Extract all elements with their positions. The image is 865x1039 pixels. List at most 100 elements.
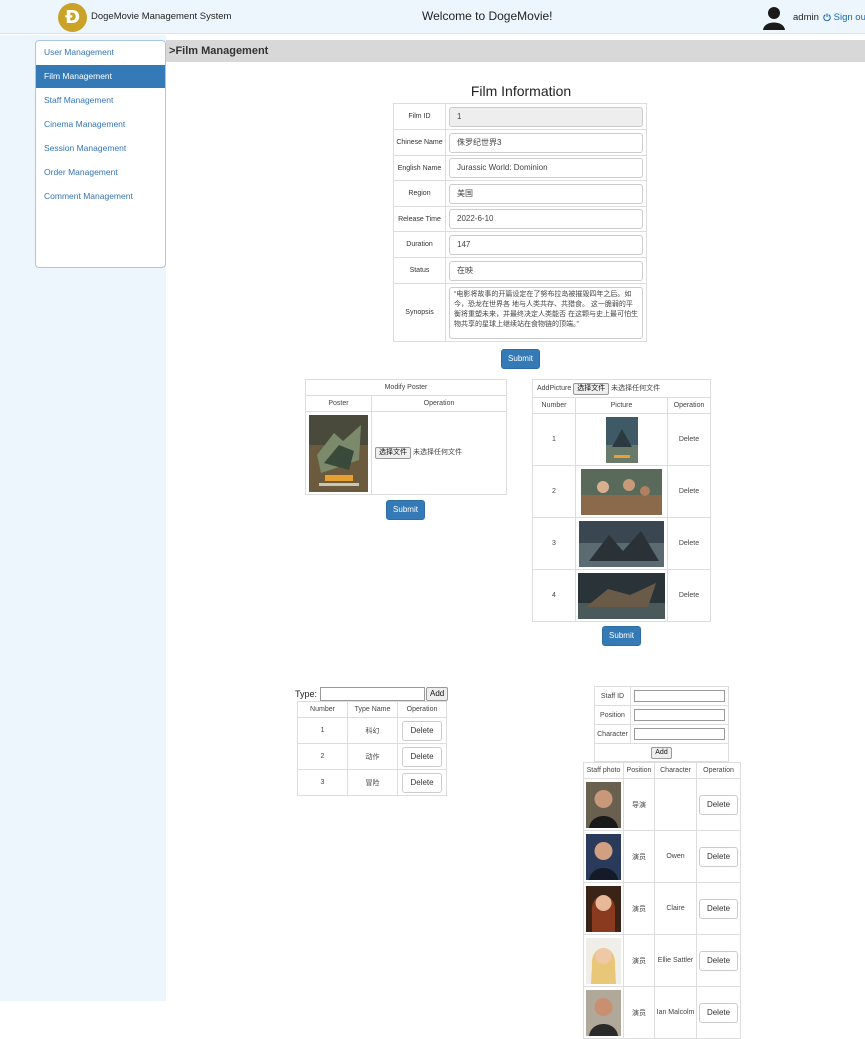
delete-type-button[interactable]: Delete xyxy=(402,772,442,793)
user-avatar-icon[interactable] xyxy=(762,5,786,30)
picture-table: AddPicture 选择文件 未选择任何文件 Number Picture O… xyxy=(532,379,711,622)
type-name: 科幻 xyxy=(347,717,398,744)
duration-label: Duration xyxy=(393,231,446,258)
poster-choose-file-button[interactable]: 选择文件 xyxy=(375,447,411,459)
sidebar-item-film-management[interactable]: Film Management xyxy=(36,65,165,88)
sidebar-item-cinema-management[interactable]: Cinema Management xyxy=(36,113,165,136)
synopsis-label: Synopsis xyxy=(393,283,446,342)
delete-staff-button[interactable]: Delete xyxy=(698,898,739,919)
type-number: 1 xyxy=(297,717,348,744)
region-field[interactable]: 美国 xyxy=(449,183,643,204)
duration-row: Duration 147 xyxy=(393,231,647,258)
position-column-header: Position xyxy=(623,762,655,779)
power-icon xyxy=(823,13,831,22)
picture-number: 1 xyxy=(532,413,576,466)
delete-staff-button[interactable]: Delete xyxy=(698,1002,739,1023)
staff-photo-column-header: Staff photo xyxy=(583,762,624,779)
modify-poster-table: Modify Poster Poster Operation 选择文件 未选择任… xyxy=(305,379,507,495)
poster-column-header: Poster xyxy=(305,395,372,412)
position-label: Position xyxy=(594,705,631,725)
status-field[interactable]: 在映 xyxy=(449,260,643,281)
synopsis-textarea[interactable]: “电影将故事的开篇设定在了努布拉岛被摧毁四年之后。如今，恐龙在世界各 地与人类共… xyxy=(449,286,643,339)
add-staff-button[interactable]: Add xyxy=(651,746,672,759)
sidebar-item-staff-management[interactable]: Staff Management xyxy=(36,89,165,112)
position-input[interactable] xyxy=(634,709,725,721)
chinese-name-field[interactable]: 侏罗纪世界3 xyxy=(449,132,643,153)
delete-link[interactable]: Delete xyxy=(667,517,711,570)
delete-type-button[interactable]: Delete xyxy=(402,720,442,741)
breadcrumb: >Film Management xyxy=(166,40,865,62)
staff-id-label: Staff ID xyxy=(594,686,631,706)
poster-no-file-text: 未选择任何文件 xyxy=(412,449,462,456)
delete-link[interactable]: Delete xyxy=(667,569,711,622)
poster-submit-button[interactable]: Submit xyxy=(386,500,425,520)
breadcrumb-label: Film Management xyxy=(175,45,269,57)
picture-cell xyxy=(575,465,668,518)
picture-cell xyxy=(575,517,668,570)
character-input[interactable] xyxy=(634,728,725,740)
status-row: Status 在映 xyxy=(393,257,647,284)
staff-character: Ian Malcolm xyxy=(654,986,697,1039)
type-name-column-header: Type Name xyxy=(347,701,398,718)
region-label: Region xyxy=(393,180,446,207)
delete-link[interactable]: Delete xyxy=(667,413,711,466)
table-row: 1 Delete xyxy=(532,413,711,466)
type-input[interactable] xyxy=(320,687,425,701)
sidebar-item-order-management[interactable]: Order Management xyxy=(36,161,165,184)
picture-cell xyxy=(575,569,668,622)
staff-table: Staff photo Position Character Operation… xyxy=(583,762,741,1039)
english-name-field[interactable]: Jurassic World: Dominion xyxy=(449,158,643,178)
staff-position: 演员 xyxy=(623,882,655,935)
still-image xyxy=(605,416,638,463)
picture-no-file-text: 未选择任何文件 xyxy=(611,384,661,392)
delete-link[interactable]: Delete xyxy=(667,465,711,518)
system-name: DogeMovie Management System xyxy=(91,11,232,22)
sidebar-item-comment-management[interactable]: Comment Management xyxy=(36,185,165,208)
delete-staff-button[interactable]: Delete xyxy=(698,846,739,867)
table-row: 4 Delete xyxy=(532,569,711,622)
table-row: 2 Delete xyxy=(532,465,711,518)
film-id-row: Film ID 1 xyxy=(393,103,647,130)
english-name-row: English Name Jurassic World: Dominion xyxy=(393,155,647,181)
operation-column-header: Operation xyxy=(397,701,447,718)
table-row: 演员 Claire Delete xyxy=(583,882,741,935)
type-label: Type: xyxy=(295,689,318,699)
region-row: Region 美国 xyxy=(393,180,647,207)
add-type-button[interactable]: Add xyxy=(426,687,449,701)
staff-position: 导演 xyxy=(623,778,655,831)
delete-staff-button[interactable]: Delete xyxy=(698,794,739,815)
staff-position: 演员 xyxy=(623,986,655,1039)
operation-column-header: Operation xyxy=(371,395,507,412)
delete-type-button[interactable]: Delete xyxy=(402,746,442,767)
still-image xyxy=(579,520,664,567)
chinese-name-label: Chinese Name xyxy=(393,129,446,156)
username[interactable]: admin xyxy=(793,12,819,23)
synopsis-row: Synopsis “电影将故事的开篇设定在了努布拉岛被摧毁四年之后。如今，恐龙在… xyxy=(393,283,647,342)
table-row: 演员 Ian Malcolm Delete xyxy=(583,986,741,1039)
staff-photo xyxy=(586,885,621,932)
film-poster-image xyxy=(309,414,368,492)
delete-staff-button[interactable]: Delete xyxy=(698,950,739,971)
staff-id-input[interactable] xyxy=(634,690,725,702)
sidebar-item-user-management[interactable]: User Management xyxy=(36,41,165,64)
release-time-field[interactable]: 2022-6-10 xyxy=(449,209,643,229)
picture-choose-file-button[interactable]: 选择文件 xyxy=(573,382,610,395)
signout-link[interactable]: Sign out xyxy=(823,12,865,23)
duration-field[interactable]: 147 xyxy=(449,234,643,255)
table-row: 导演 Delete xyxy=(583,778,741,831)
table-row: 1 科幻 Delete xyxy=(297,717,447,744)
type-number: 2 xyxy=(297,743,348,770)
chinese-name-row: Chinese Name 侏罗纪世界3 xyxy=(393,129,647,156)
character-label: Character xyxy=(594,724,631,744)
staff-character: Claire xyxy=(654,882,697,935)
table-row: 演员 Ellie Sattler Delete xyxy=(583,934,741,987)
film-submit-button[interactable]: Submit xyxy=(501,349,540,369)
staff-position: 演员 xyxy=(623,934,655,987)
english-name-label: English Name xyxy=(393,155,446,181)
table-row: 3 冒险 Delete xyxy=(297,769,447,796)
type-name: 冒险 xyxy=(347,769,398,796)
picture-submit-button[interactable]: Submit xyxy=(602,626,641,646)
staff-character: Owen xyxy=(654,830,697,883)
poster-operation-cell: 选择文件 未选择任何文件 xyxy=(371,411,507,495)
sidebar-item-session-management[interactable]: Session Management xyxy=(36,137,165,160)
